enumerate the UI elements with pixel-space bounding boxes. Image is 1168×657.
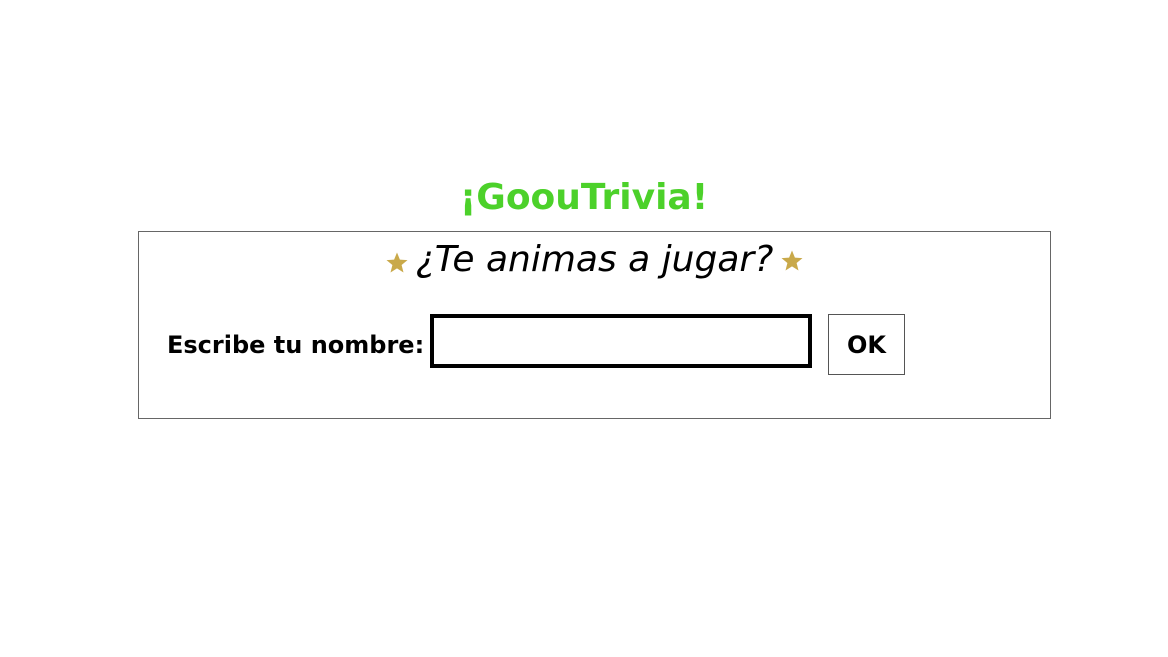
- prompt-heading: ¿Te animas a jugar?: [139, 238, 1050, 282]
- prompt-question: ¿Te animas a jugar?: [415, 239, 774, 280]
- ok-button[interactable]: OK: [828, 314, 905, 375]
- star-icon: [781, 250, 803, 271]
- app-title: ¡GoouTrivia!: [459, 177, 709, 218]
- star-icon: [386, 252, 408, 273]
- name-input[interactable]: [430, 314, 812, 368]
- start-panel: ¿Te animas a jugar? Escribe tu nombre: O…: [138, 231, 1051, 419]
- name-label: Escribe tu nombre:: [167, 331, 425, 359]
